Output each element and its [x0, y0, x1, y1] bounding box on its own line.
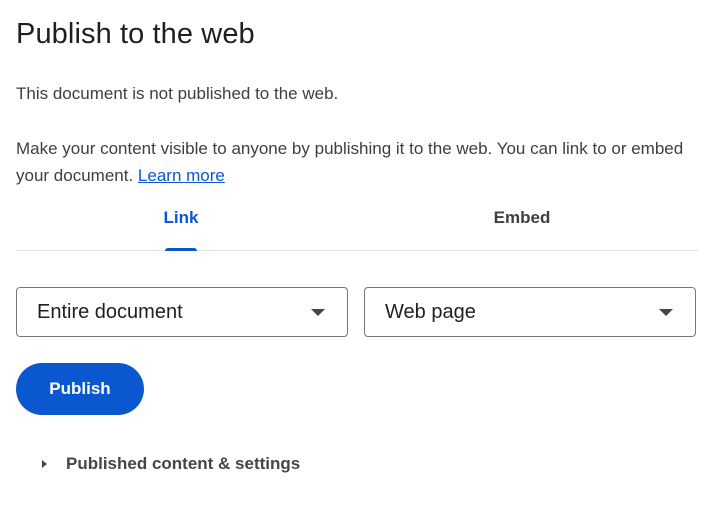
format-select[interactable]: Web page	[364, 287, 696, 337]
format-select-value: Web page	[385, 301, 476, 323]
tab-embed-label: Embed	[493, 208, 551, 227]
dropdown-arrow-icon	[659, 309, 673, 316]
publish-status-text: This document is not published to the we…	[16, 84, 339, 103]
description-text: Make your content visible to anyone by p…	[16, 139, 684, 185]
dialog-title: Publish to the web	[16, 18, 255, 50]
caret-right-icon	[42, 460, 47, 468]
published-settings-expander[interactable]: Published content & settings	[36, 452, 356, 478]
tab-bar: Link Embed	[16, 196, 698, 251]
scope-select-value: Entire document	[37, 301, 183, 323]
scope-select[interactable]: Entire document	[16, 287, 348, 337]
dropdown-arrow-icon	[311, 309, 325, 316]
active-tab-indicator	[165, 248, 197, 251]
tab-link[interactable]: Link	[16, 196, 346, 251]
dialog-description: Make your content visible to anyone by p…	[16, 135, 706, 189]
tab-embed[interactable]: Embed	[357, 196, 687, 250]
tab-link-label: Link	[163, 208, 199, 227]
publish-to-web-dialog: Publish to the web This document is not …	[0, 0, 716, 512]
learn-more-link[interactable]: Learn more	[138, 166, 225, 185]
expander-label: Published content & settings	[66, 454, 301, 473]
publish-button[interactable]: Publish	[16, 363, 144, 415]
